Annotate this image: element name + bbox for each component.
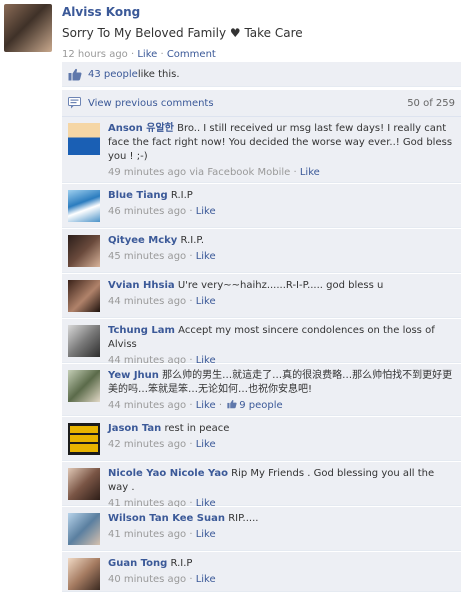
slogan-image-icon — [68, 423, 100, 455]
comment-text: R.I.P. — [180, 235, 205, 246]
comment-time[interactable]: 44 minutes ago — [108, 296, 186, 307]
post-meta: 12 hours ago · Like · Comment — [62, 49, 216, 60]
comment-like-link[interactable]: Like — [196, 296, 216, 307]
comment-item: Yew Jhun 那么帅的男生…就這走了…真的很浪费略…那么帅怕找不到更好更美的… — [62, 364, 461, 416]
feedback-area: 43 people like this. View previous comme… — [62, 62, 461, 117]
commenter-name[interactable]: Anson 유알한 — [108, 123, 174, 134]
commenter-avatar[interactable] — [68, 325, 100, 357]
comment-text: R.I.P — [170, 190, 193, 201]
story: Alviss Kong Sorry To My Beloved Family ♥… — [62, 4, 462, 61]
comment-item: Vvian Hhsia U're very~~haihz......R-I-P.… — [62, 274, 461, 318]
commenter-name[interactable]: Jason Tan — [108, 423, 161, 434]
likes-count-link[interactable]: 43 people — [88, 69, 138, 80]
commenter-name[interactable]: Tchung Lam — [108, 325, 175, 336]
thumbs-up-icon — [227, 399, 237, 409]
commenter-avatar[interactable] — [68, 468, 100, 500]
comment-time[interactable]: 49 minutes ago via Facebook Mobile — [108, 167, 290, 178]
commenter-name[interactable]: Nicole Yao Nicole Yao — [108, 468, 228, 479]
comment-time[interactable]: 46 minutes ago — [108, 206, 186, 217]
commenter-avatar[interactable] — [68, 370, 100, 402]
comment-likes-count[interactable]: 9 people — [239, 400, 282, 411]
commenter-avatar[interactable] — [68, 513, 100, 545]
comment-pager-count: 50 of 259 — [407, 97, 455, 109]
comment-item: Jason Tan rest in peace 42 minutes ago ·… — [62, 417, 461, 461]
comment-like-link[interactable]: Like — [196, 206, 216, 217]
comment-like-link[interactable]: Like — [196, 400, 216, 411]
comment-like-link[interactable]: Like — [196, 251, 216, 262]
comment-link[interactable]: Comment — [167, 49, 216, 60]
comment-like-link[interactable]: Like — [196, 529, 216, 540]
likes-sentence: 43 people like this. — [62, 62, 461, 87]
comment-time[interactable]: 40 minutes ago — [108, 574, 186, 585]
post-message: Sorry To My Beloved Family ♥ Take Care — [62, 26, 303, 40]
comment-text: U're very~~haihz......R-I-P..... god ble… — [177, 280, 384, 291]
comment-item: Nicole Yao Nicole Yao Rip My Friends . G… — [62, 462, 461, 509]
comment-like-link[interactable]: Like — [196, 574, 216, 585]
comment-text: R.I.P — [170, 558, 193, 569]
comment-item: Guan Tong R.I.P 40 minutes ago · Like — [62, 552, 461, 592]
comment-item: Blue Tiang R.I.P 46 minutes ago · Like — [62, 184, 461, 228]
commenter-avatar[interactable] — [68, 558, 100, 590]
comment-like-link[interactable]: Like — [300, 167, 320, 178]
commenter-name[interactable]: Yew Jhun — [108, 370, 159, 381]
commenter-name[interactable]: Guan Tong — [108, 558, 167, 569]
poster-avatar[interactable] — [4, 4, 52, 52]
commenter-avatar[interactable] — [68, 235, 100, 267]
comment-item: Qityee Mcky R.I.P. 45 minutes ago · Like — [62, 229, 461, 273]
comment-time[interactable]: 42 minutes ago — [108, 439, 186, 450]
commenter-name[interactable]: Qityee Mcky — [108, 235, 177, 246]
commenter-avatar[interactable] — [68, 280, 100, 312]
thumbs-up-icon — [68, 68, 82, 80]
comment-time[interactable]: 45 minutes ago — [108, 251, 186, 262]
view-previous-link[interactable]: View previous comments — [88, 98, 214, 109]
commenter-name[interactable]: Vvian Hhsia — [108, 280, 175, 291]
comment-text: RIP..... — [228, 513, 259, 524]
comment-item: Anson 유알한 Bro.. I still received ur msg … — [62, 117, 461, 183]
comment-text: 那么帅的男生…就這走了…真的很浪费略…那么帅怕找不到更好更美的吗…笨就是笨…无论… — [108, 370, 453, 395]
commenter-name[interactable]: Blue Tiang — [108, 190, 168, 201]
view-previous-comments[interactable]: View previous comments 50 of 259 — [62, 90, 461, 117]
comment-item: Tchung Lam Accept my most sincere condol… — [62, 319, 461, 366]
commenter-avatar[interactable] — [68, 190, 100, 222]
comment-item: Wilson Tan Kee Suan RIP..... 41 minutes … — [62, 507, 461, 551]
post-timestamp[interactable]: 12 hours ago — [62, 49, 128, 60]
commenter-avatar[interactable] — [68, 423, 100, 455]
commenter-name[interactable]: Wilson Tan Kee Suan — [108, 513, 225, 524]
comment-time[interactable]: 41 minutes ago — [108, 529, 186, 540]
comment-text: rest in peace — [164, 423, 230, 434]
comment-time[interactable]: 44 minutes ago — [108, 400, 186, 411]
like-link[interactable]: Like — [137, 49, 157, 60]
commenter-avatar[interactable] — [68, 123, 100, 155]
comment-like-link[interactable]: Like — [196, 439, 216, 450]
post-author-link[interactable]: Alviss Kong — [62, 4, 462, 20]
comment-bubble-icon — [68, 97, 81, 109]
